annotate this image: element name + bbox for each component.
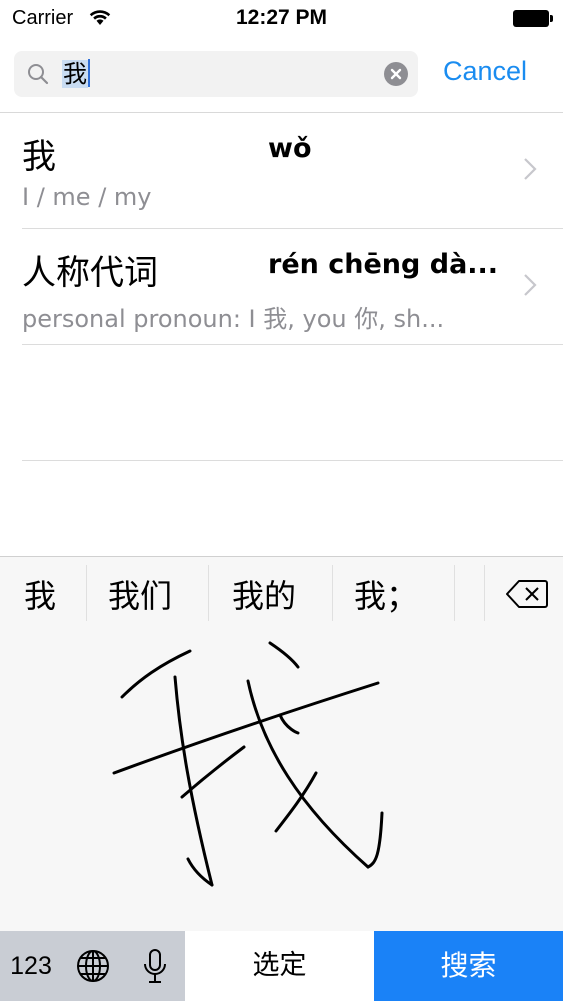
candidate-divider [208,565,209,621]
battery-icon [513,10,553,27]
select-key[interactable]: 选定 [185,931,374,1001]
candidate-divider [484,565,485,621]
globe-key[interactable] [62,931,125,1001]
globe-icon [77,950,109,982]
result-meaning: personal pronoun: I 我, you 你, sh... [22,305,445,333]
cancel-button[interactable]: Cancel [443,56,527,87]
result-hanzi: 我 [22,137,56,177]
candidate-item[interactable]: 我们 [108,571,172,617]
search-bar: 我 Cancel [0,40,563,112]
candidate-divider [332,565,333,621]
search-field[interactable]: 我 [14,51,418,97]
search-query-text: 我 [62,60,88,88]
status-time: 12:27 PM [235,6,328,29]
chevron-right-icon [524,158,537,180]
chevron-right-icon [524,274,537,296]
keyboard-bottom-row: 123 选定 搜索 [0,931,563,1001]
candidate-item[interactable]: 我的 [232,571,296,617]
handwriting-keyboard: 我 我们 我的 我； 123 选定 搜索 [0,556,563,1001]
search-icon [28,64,49,85]
candidate-divider [86,565,87,621]
search-input[interactable]: 我 [62,58,90,90]
candidate-bar: 我 我们 我的 我； [0,557,563,627]
result-pinyin: wǒ [268,133,312,164]
result-pinyin: rén chēng dà... [268,249,499,280]
result-hanzi: 人称代词 [22,253,158,293]
row-divider [22,460,563,461]
candidate-divider [454,565,455,621]
text-caret [88,59,90,87]
search-key[interactable]: 搜索 [374,931,563,1001]
numbers-key[interactable]: 123 [0,931,63,1001]
result-row[interactable]: 我 wǒ I / me / my [0,113,563,228]
result-row[interactable]: 人称代词 rén chēng dà... personal pronoun: I… [0,229,563,344]
status-bar: Carrier 12:27 PM [0,0,563,40]
microphone-icon [143,949,166,983]
candidate-item[interactable]: 我 [24,571,56,617]
delete-icon[interactable] [505,579,549,609]
handwriting-canvas[interactable] [0,627,563,929]
clear-icon[interactable] [384,62,408,86]
row-divider [22,344,563,345]
dictation-key[interactable] [124,931,186,1001]
result-meaning: I / me / my [22,183,152,211]
candidate-item[interactable]: 我； [354,571,418,617]
